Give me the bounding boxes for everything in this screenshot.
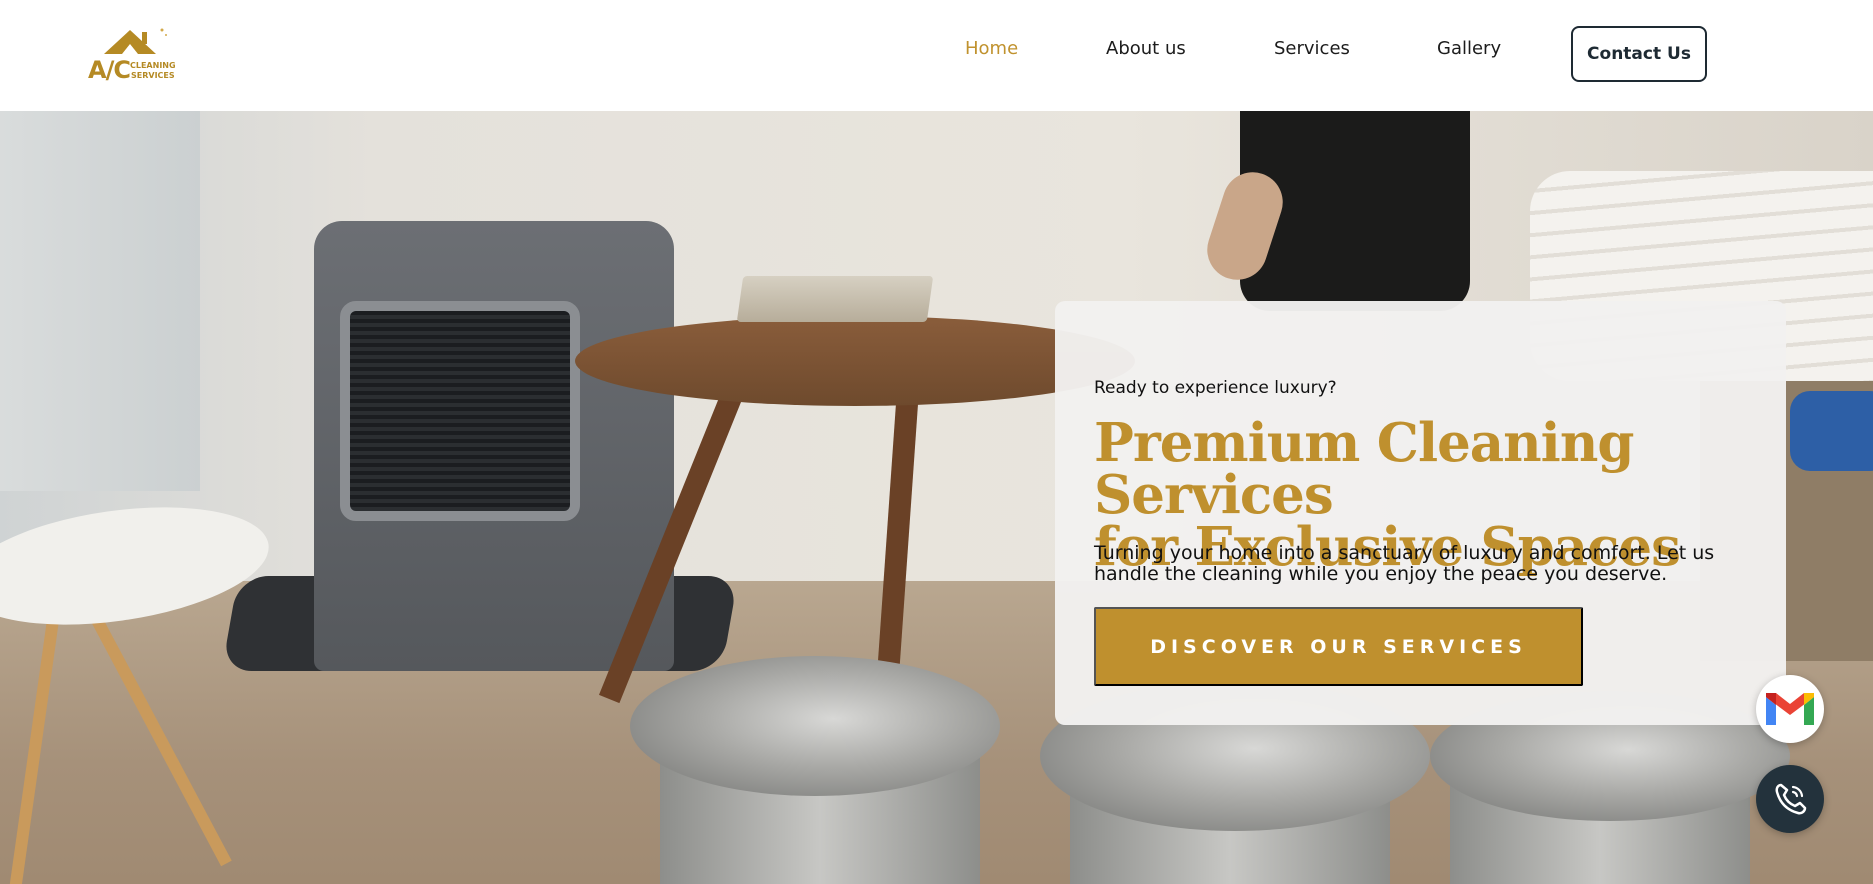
email-fab[interactable] — [1756, 675, 1824, 743]
logo-text: A/C CLEANING SERVICES — [86, 50, 182, 84]
nav-home[interactable]: Home — [965, 38, 1018, 59]
gmail-icon — [1766, 693, 1814, 725]
nav-services[interactable]: Services — [1274, 38, 1350, 59]
hero-card: Ready to experience luxury? Premium Clea… — [1055, 301, 1786, 725]
nav-about-us[interactable]: About us — [1106, 38, 1186, 59]
phone-fab[interactable] — [1756, 765, 1824, 833]
site-header: A/C CLEANING SERVICES Home About us Serv… — [0, 0, 1873, 111]
hero-description: Turning your home into a sanctuary of lu… — [1094, 542, 1715, 585]
photo-blue-cloth — [1790, 391, 1873, 471]
logo-brand-initials: A/C — [88, 56, 131, 84]
photo-stool-seat — [630, 656, 1000, 796]
site-logo[interactable]: A/C CLEANING SERVICES — [86, 24, 182, 84]
photo-door — [0, 111, 200, 491]
hero-headline-line1: Premium Cleaning Services — [1094, 412, 1634, 526]
logo-tagline-line1: CLEANING — [130, 61, 176, 70]
photo-table-top — [575, 316, 1135, 406]
photo-cooler-grill — [340, 301, 580, 521]
discover-services-button[interactable]: DISCOVER OUR SERVICES — [1094, 607, 1583, 686]
logo-tagline-line2: SERVICES — [131, 71, 175, 80]
contact-us-button[interactable]: Contact Us — [1571, 26, 1707, 82]
photo-books — [736, 276, 934, 322]
phone-icon — [1775, 783, 1807, 815]
nav-gallery[interactable]: Gallery — [1437, 38, 1501, 59]
hero-eyebrow: Ready to experience luxury? — [1094, 378, 1337, 398]
